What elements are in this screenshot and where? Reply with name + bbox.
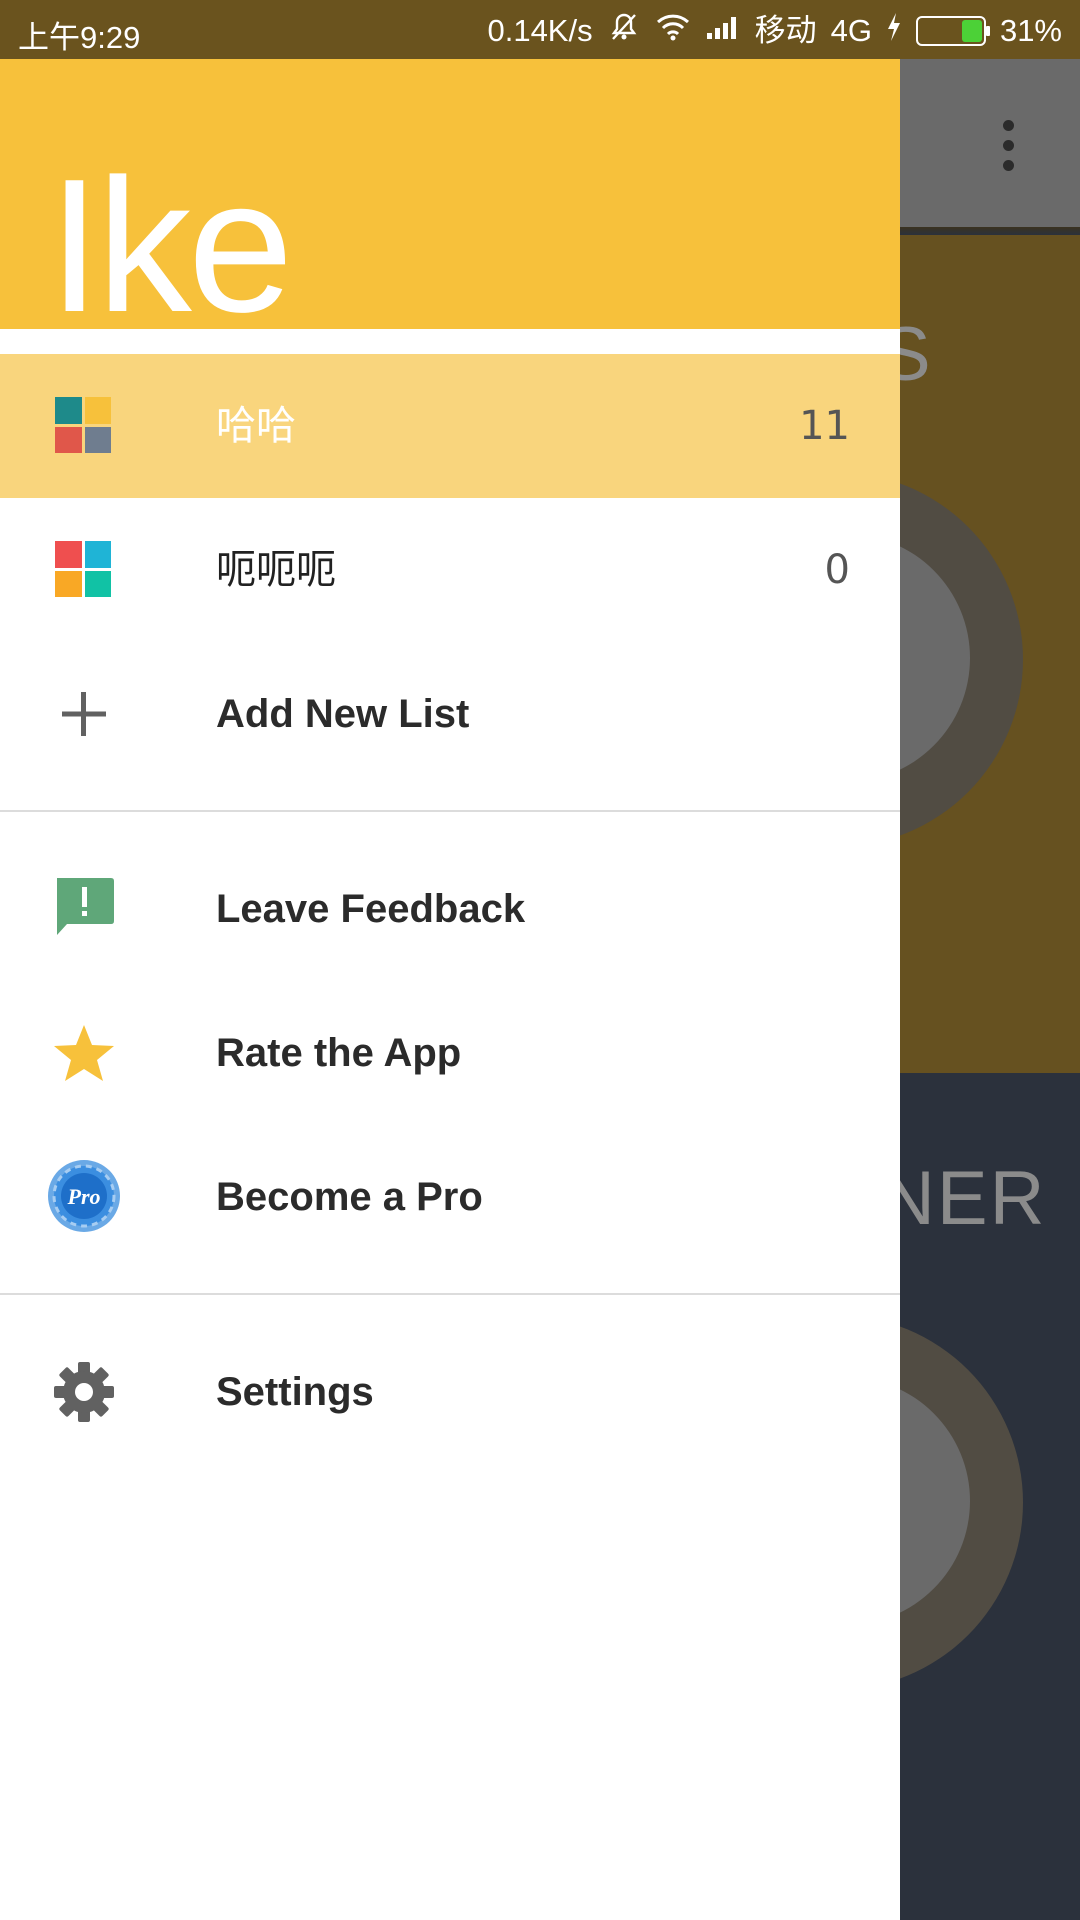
divider [0, 1293, 900, 1295]
overflow-menu-icon[interactable] [1003, 120, 1015, 172]
status-battery: 31% [999, 13, 1062, 48]
charging-icon [886, 12, 902, 50]
feedback-icon [53, 875, 115, 937]
navigation-drawer: Ike 哈哈 11 呃呃呃 0 Add New List Leave Feedb… [0, 59, 900, 1920]
status-carrier: 移动 [754, 13, 817, 48]
settings-button[interactable]: Settings [0, 1320, 900, 1464]
become-pro-label: Become a Pro [216, 1175, 483, 1219]
settings-label: Settings [216, 1370, 374, 1414]
become-pro-button[interactable]: Pro Become a Pro [0, 1125, 900, 1269]
list-item-label: 呃呃呃 [216, 547, 336, 593]
star-icon [52, 1021, 116, 1085]
list-item-haha[interactable]: 哈哈 11 [0, 354, 900, 498]
leave-feedback-button[interactable]: Leave Feedback [0, 837, 900, 981]
background-label-bottom: NER [880, 1156, 1047, 1241]
list-item-count: 11 [799, 403, 850, 449]
pro-badge-icon: Pro [47, 1159, 121, 1233]
silent-icon [607, 10, 641, 52]
gear-icon [53, 1361, 115, 1423]
status-time: 上午9:29 [18, 20, 141, 55]
divider [0, 810, 900, 812]
rate-app-label: Rate the App [216, 1031, 462, 1075]
signal-icon [705, 13, 741, 49]
list-item-label: 哈哈 [216, 403, 296, 449]
status-bar: 上午9:29 0.14K/s 移动 4G 31% [0, 0, 1080, 59]
battery-icon [915, 16, 990, 46]
plus-icon [55, 685, 113, 743]
status-speed: 0.14K/s [487, 13, 593, 48]
svg-text:Pro: Pro [67, 1184, 101, 1209]
list-grid-icon [55, 397, 113, 455]
wifi-icon [655, 12, 691, 50]
list-grid-icon [55, 541, 113, 599]
drawer-header: Ike [0, 59, 900, 341]
status-network: 4G [830, 13, 872, 48]
leave-feedback-label: Leave Feedback [216, 887, 526, 931]
add-new-list-label: Add New List [216, 692, 470, 736]
rate-app-button[interactable]: Rate the App [0, 981, 900, 1125]
app-logo: Ike [48, 140, 293, 352]
list-item-eee[interactable]: 呃呃呃 0 [0, 498, 900, 642]
add-new-list-button[interactable]: Add New List [0, 642, 900, 786]
list-item-count: 0 [824, 547, 850, 593]
